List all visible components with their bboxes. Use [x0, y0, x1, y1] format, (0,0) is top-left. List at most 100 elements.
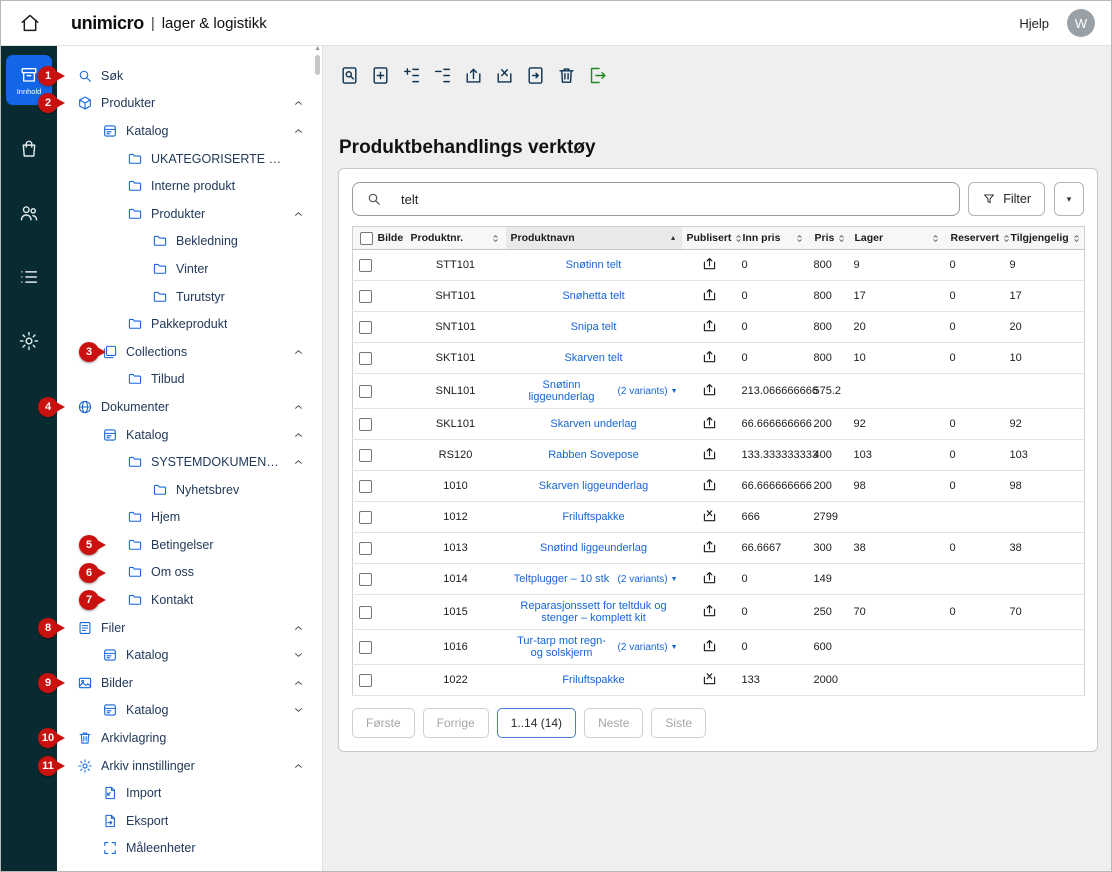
variants-toggle[interactable]: (2 variants)▼ [614, 642, 678, 653]
row-checkbox[interactable] [359, 573, 372, 586]
sort-icon[interactable] [930, 233, 941, 244]
nav-item-produkter[interactable]: Produkter [57, 200, 322, 228]
chevron-up-icon[interactable] [292, 456, 305, 469]
sort-icon[interactable] [836, 233, 847, 244]
chevron-up-icon[interactable] [292, 676, 305, 689]
nav-item-arkiv-innstillinger[interactable]: Arkiv innstillinger [57, 752, 322, 780]
published-icon[interactable] [701, 381, 718, 398]
document-search-button[interactable] [336, 63, 362, 87]
nav-item-bilder[interactable]: Bilder [57, 669, 322, 697]
nav-item-bekledning[interactable]: Bekledning [57, 228, 322, 256]
row-checkbox[interactable] [359, 606, 372, 619]
published-icon[interactable] [701, 255, 718, 272]
row-checkbox[interactable] [359, 511, 372, 524]
published-icon[interactable] [701, 637, 718, 654]
document-add-button[interactable] [367, 63, 393, 87]
published-icon[interactable] [701, 348, 718, 365]
chevron-down-icon[interactable] [292, 649, 305, 662]
home-button[interactable] [19, 12, 41, 34]
row-checkbox[interactable] [359, 418, 372, 431]
product-search-box[interactable] [352, 182, 960, 216]
published-icon[interactable] [701, 414, 718, 431]
chevron-up-icon[interactable] [292, 124, 305, 137]
nav-item-katalog[interactable]: Katalog [57, 641, 322, 669]
exit-button[interactable] [584, 63, 610, 87]
nav-item-systemdokumenter[interactable]: SYSTEMDOKUMENTER [57, 448, 322, 476]
nav-item-kontakt[interactable]: Kontakt [57, 586, 322, 614]
product-name-link[interactable]: Snøtinn telt [510, 259, 678, 271]
product-name-link[interactable]: Friluftspakke [510, 511, 678, 523]
product-name-link[interactable]: Rabben Sovepose [510, 449, 678, 461]
column-header-produktnavn[interactable]: Produktnavn▲ [506, 227, 682, 250]
product-name-link[interactable]: Teltplugger – 10 stk [510, 573, 614, 585]
nav-item-nyhetsbrev[interactable]: Nyhetsbrev [57, 476, 322, 504]
chevron-up-icon[interactable] [292, 345, 305, 358]
published-icon[interactable] [701, 538, 718, 555]
row-checkbox[interactable] [359, 674, 372, 687]
page-button-første[interactable]: Første [352, 708, 415, 738]
help-link[interactable]: Hjelp [1019, 16, 1049, 31]
row-checkbox[interactable] [359, 321, 372, 334]
column-header-produktnr[interactable]: Produktnr. [406, 227, 506, 250]
document-move-button[interactable] [522, 63, 548, 87]
product-name-link[interactable]: Reparasjonssett for teltduk og stenger –… [510, 600, 678, 624]
tree-add-button[interactable] [398, 63, 424, 87]
chevron-up-icon[interactable] [292, 759, 305, 772]
sort-icon[interactable] [1071, 233, 1082, 244]
product-name-link[interactable]: Skarven underlag [510, 418, 678, 430]
chevron-down-icon[interactable] [292, 704, 305, 717]
column-header-pris[interactable]: Pris [810, 227, 850, 250]
row-checkbox[interactable] [359, 480, 372, 493]
search-input[interactable] [399, 191, 959, 208]
rail-item-shopping-bag[interactable] [1, 138, 57, 160]
column-header-inn-pris[interactable]: Inn pris [738, 227, 810, 250]
row-checkbox[interactable] [359, 385, 372, 398]
nav-item-import[interactable]: Import [57, 779, 322, 807]
page-button-siste[interactable]: Siste [651, 708, 706, 738]
nav-item-eksport[interactable]: Eksport [57, 807, 322, 835]
publish-button[interactable] [460, 63, 486, 87]
nav-item-betingelser[interactable]: Betingelser [57, 531, 322, 559]
nav-item-ukategoriserte-produkt[interactable]: UKATEGORISERTE PRODUKT [57, 145, 322, 173]
nav-item-collections[interactable]: Collections [57, 338, 322, 366]
variants-toggle[interactable]: (2 variants)▼ [614, 386, 678, 397]
filter-dropdown-button[interactable]: ▾ [1054, 182, 1084, 216]
chevron-up-icon[interactable] [292, 621, 305, 634]
sidebar-scrollbar[interactable] [315, 55, 320, 75]
row-checkbox[interactable] [359, 641, 372, 654]
unpublished-icon[interactable] [701, 507, 718, 524]
product-name-link[interactable]: Skarven liggeunderlag [510, 480, 678, 492]
product-name-link[interactable]: Snøtinn liggeunderlag [510, 379, 614, 403]
nav-item-interne-produkt[interactable]: Interne produkt [57, 172, 322, 200]
product-name-link[interactable]: Snøhetta telt [510, 290, 678, 302]
published-icon[interactable] [701, 317, 718, 334]
nav-item-katalog[interactable]: Katalog [57, 697, 322, 725]
filter-button[interactable]: Filter [968, 182, 1045, 216]
product-name-link[interactable]: Friluftspakke [510, 674, 678, 686]
nav-item-katalog[interactable]: Katalog [57, 421, 322, 449]
product-name-link[interactable]: Snøtind liggeunderlag [510, 542, 678, 554]
select-all-checkbox[interactable] [360, 232, 373, 245]
published-icon[interactable] [701, 445, 718, 462]
chevron-up-icon[interactable] [292, 207, 305, 220]
column-header-lager[interactable]: Lager [850, 227, 946, 250]
nav-item-om-oss[interactable]: Om oss [57, 559, 322, 587]
nav-item-katalog[interactable]: Katalog [57, 117, 322, 145]
column-header-tilgjengelig[interactable]: Tilgjengelig [1006, 227, 1085, 250]
chevron-up-icon[interactable] [292, 428, 305, 441]
product-name-link[interactable]: Skarven telt [510, 352, 678, 364]
rail-item-gear[interactable] [1, 330, 57, 352]
chevron-up-icon[interactable] [292, 97, 305, 110]
variants-toggle[interactable]: (2 variants)▼ [614, 574, 678, 585]
nav-item-vinter[interactable]: Vinter [57, 255, 322, 283]
published-icon[interactable] [701, 569, 718, 586]
unpublish-button[interactable] [491, 63, 517, 87]
sort-icon[interactable] [794, 233, 805, 244]
rail-item-content[interactable]: Innhold [6, 55, 52, 105]
chevron-up-icon[interactable] [292, 400, 305, 413]
column-header-reservert[interactable]: Reservert [946, 227, 1006, 250]
nav-item-arkivlagring[interactable]: Arkivlagring [57, 724, 322, 752]
row-checkbox[interactable] [359, 449, 372, 462]
nav-item-tilbud[interactable]: Tilbud [57, 366, 322, 394]
unpublished-icon[interactable] [701, 670, 718, 687]
